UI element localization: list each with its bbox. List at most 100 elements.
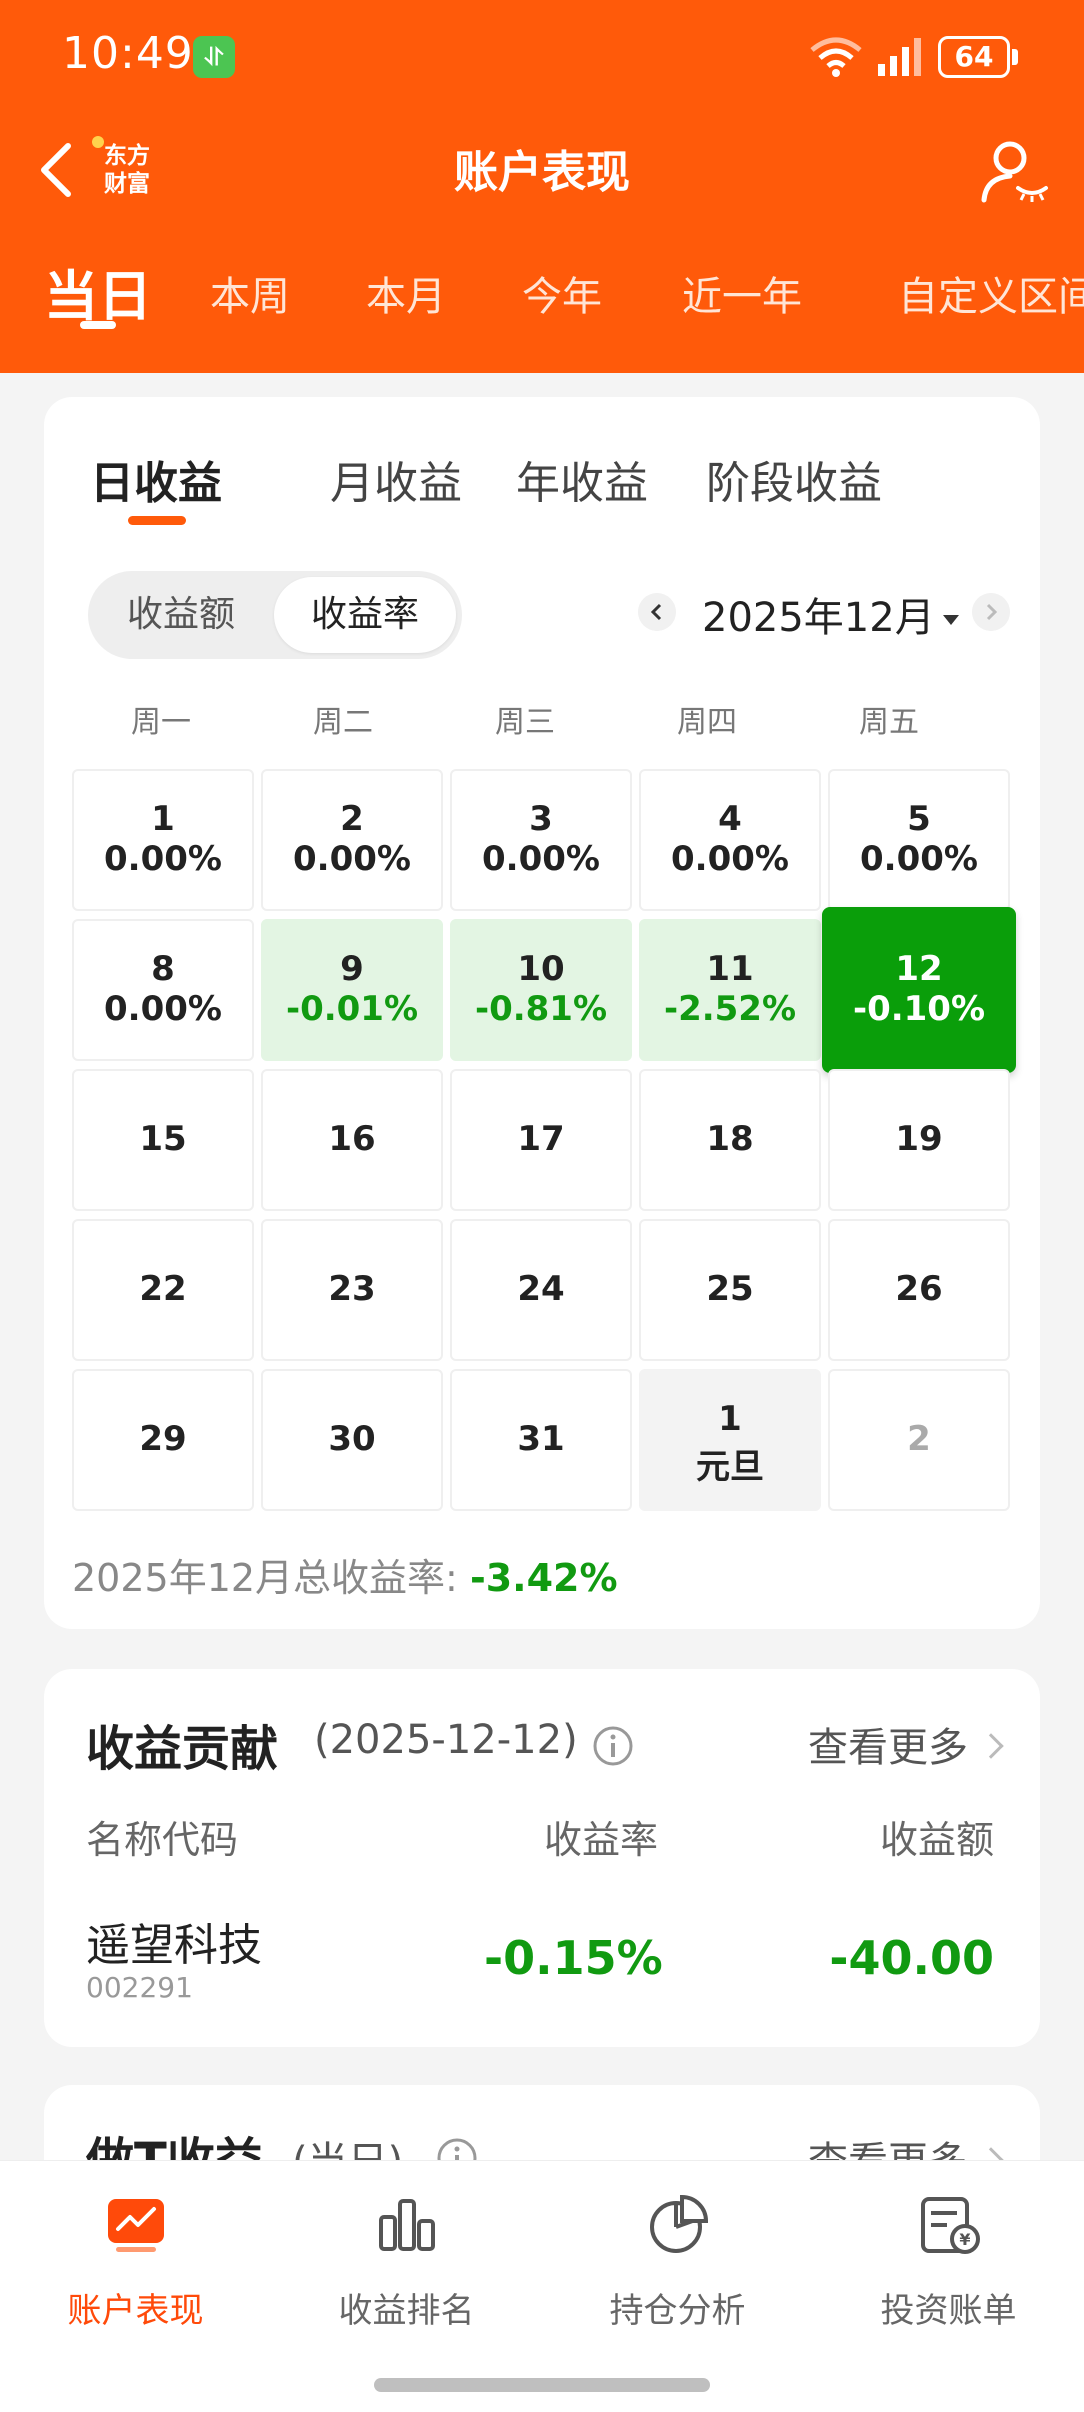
page-title: 账户表现 xyxy=(454,147,630,198)
month-label: 2025年12月 xyxy=(702,595,935,641)
calendar-day-next-month[interactable]: 2 xyxy=(828,1369,1010,1511)
battery-icon: 64 xyxy=(938,36,1018,78)
calendar-day[interactable]: 24 xyxy=(450,1219,632,1361)
day-number: 12 xyxy=(895,949,943,989)
tab-this-month[interactable]: 本月 xyxy=(366,264,446,322)
day-number: 10 xyxy=(517,949,565,989)
day-number: 11 xyxy=(706,949,754,989)
calendar-day[interactable]: 11 -2.52% xyxy=(639,919,821,1061)
bar-chart-icon xyxy=(379,2199,435,2251)
calendar-day[interactable]: 1 0.00% xyxy=(72,769,254,911)
toggle-amount[interactable]: 收益额 xyxy=(88,571,274,659)
calendar-day[interactable]: 29 xyxy=(72,1369,254,1511)
day-number: 1 xyxy=(151,799,175,839)
tab-period-earnings[interactable]: 阶段收益 xyxy=(706,447,882,511)
calendar-day-holiday[interactable]: 1 元旦 xyxy=(639,1369,821,1511)
tab-yearly-earnings[interactable]: 年收益 xyxy=(516,447,648,511)
calendar-day[interactable]: 18 xyxy=(639,1069,821,1211)
user-privacy-icon[interactable] xyxy=(980,136,1050,206)
calendar-day[interactable]: 23 xyxy=(261,1219,443,1361)
weekday-label: 周一 xyxy=(131,705,191,740)
info-icon[interactable] xyxy=(592,1725,634,1767)
nav-account-performance[interactable]: 账户表现 xyxy=(0,2179,271,2331)
stock-name[interactable]: 遥望科技 xyxy=(86,1909,262,1973)
holiday-label: 元旦 xyxy=(696,1447,764,1487)
day-rate: 0.00% xyxy=(104,839,222,879)
contribution-card: 收益贡献 (2025-12-12) 查看更多 名称代码 收益率 收益额 遥望科技… xyxy=(44,1669,1040,2047)
view-more-label: 查看更多 xyxy=(808,1725,968,1771)
month-navigator: 2025年12月 xyxy=(592,577,1012,657)
month-selector[interactable]: 2025年12月 xyxy=(702,585,959,643)
day-rate: 0.00% xyxy=(860,839,978,879)
calendar-day[interactable]: 9 -0.01% xyxy=(261,919,443,1061)
nav-earnings-ranking[interactable]: 收益排名 xyxy=(271,2179,542,2331)
tab-today[interactable]: 当日 xyxy=(44,252,152,331)
col-header-name: 名称代码 xyxy=(86,1818,239,1862)
day-number: 15 xyxy=(139,1119,187,1159)
calendar-day[interactable]: 31 xyxy=(450,1369,632,1511)
amount-rate-toggle: 收益额 收益率 xyxy=(88,571,462,659)
weekday-label: 周二 xyxy=(313,705,373,740)
day-number: 24 xyxy=(517,1269,565,1309)
calendar-day[interactable]: 10 -0.81% xyxy=(450,919,632,1061)
data-transfer-icon: ⥯ xyxy=(193,36,235,78)
tab-this-year[interactable]: 今年 xyxy=(522,264,602,322)
calendar-day[interactable]: 30 xyxy=(261,1369,443,1511)
calendar-day[interactable]: 25 xyxy=(639,1219,821,1361)
day-number: 3 xyxy=(529,799,553,839)
pie-chart-icon xyxy=(650,2194,709,2253)
calendar-day[interactable]: 15 xyxy=(72,1069,254,1211)
calendar-day[interactable]: 4 0.00% xyxy=(639,769,821,911)
performance-chart-icon xyxy=(108,2199,164,2252)
calendar-day[interactable]: 26 xyxy=(828,1219,1010,1361)
calendar-day[interactable]: 22 xyxy=(72,1219,254,1361)
tab-monthly-earnings[interactable]: 月收益 xyxy=(330,447,462,511)
calendar-day[interactable]: 17 xyxy=(450,1069,632,1211)
day-number: 29 xyxy=(139,1419,187,1459)
day-rate: 0.00% xyxy=(104,989,222,1029)
day-number: 16 xyxy=(328,1119,376,1159)
calendar-day[interactable]: 8 0.00% xyxy=(72,919,254,1061)
nav-label: 投资账单 xyxy=(880,2291,1017,2331)
day-rate: -0.01% xyxy=(285,989,419,1029)
bill-icon: ¥ xyxy=(921,2197,980,2254)
next-month-icon[interactable] xyxy=(972,593,1010,631)
view-more-link[interactable]: 查看更多 xyxy=(808,1715,1004,1773)
calendar-day[interactable]: 16 xyxy=(261,1069,443,1211)
calendar-day[interactable]: 3 0.00% xyxy=(450,769,632,911)
tab-this-week[interactable]: 本周 xyxy=(210,264,290,322)
nav-investment-bill[interactable]: ¥ 投资账单 xyxy=(813,2179,1084,2331)
day-number: 26 xyxy=(895,1269,943,1309)
weekday-header: 周一 周二 周三 周四 周五 xyxy=(72,697,1012,757)
monthly-total: 2025年12月总收益率: -3.42% xyxy=(72,1547,618,1602)
monthly-total-label: 2025年12月总收益率: xyxy=(72,1556,470,1600)
day-rate: 0.00% xyxy=(293,839,411,879)
day-rate: -0.81% xyxy=(474,989,608,1029)
toggle-rate[interactable]: 收益率 xyxy=(274,577,456,653)
stock-amount: -40.00 xyxy=(829,1931,994,1985)
col-header-amount: 收益额 xyxy=(879,1818,994,1862)
calendar-card: 日收益 月收益 年收益 阶段收益 收益额 收益率 2025年12月 周一 周二 … xyxy=(44,397,1040,1629)
nav-position-analysis[interactable]: 持仓分析 xyxy=(542,2179,813,2331)
tab-custom-range[interactable]: 自定义区间 xyxy=(898,264,1084,322)
period-tabs: 当日 本周 本月 今年 近一年 自定义区间 xyxy=(0,250,1084,340)
calendar-day[interactable]: 2 0.00% xyxy=(261,769,443,911)
weekday-label: 周五 xyxy=(859,705,919,740)
day-number: 22 xyxy=(139,1269,187,1309)
day-number: 17 xyxy=(517,1119,565,1159)
calendar-day-selected[interactable]: 12 -0.10% xyxy=(822,907,1016,1073)
tab-past-year[interactable]: 近一年 xyxy=(682,264,802,322)
signal-icon xyxy=(878,38,921,76)
day-number: 8 xyxy=(151,949,175,989)
section-date: (2025-12-12) xyxy=(314,1717,578,1763)
day-number: 2 xyxy=(907,1419,931,1459)
tab-daily-earnings[interactable]: 日收益 xyxy=(90,447,222,511)
day-number: 31 xyxy=(517,1419,565,1459)
battery-level: 64 xyxy=(938,36,1010,78)
col-header-rate: 收益率 xyxy=(544,1818,659,1862)
home-indicator[interactable] xyxy=(374,2378,710,2392)
calendar-day[interactable]: 19 xyxy=(828,1069,1010,1211)
calendar-day[interactable]: 5 0.00% xyxy=(828,769,1010,911)
wifi-icon xyxy=(810,37,862,77)
prev-month-icon[interactable] xyxy=(638,593,676,631)
